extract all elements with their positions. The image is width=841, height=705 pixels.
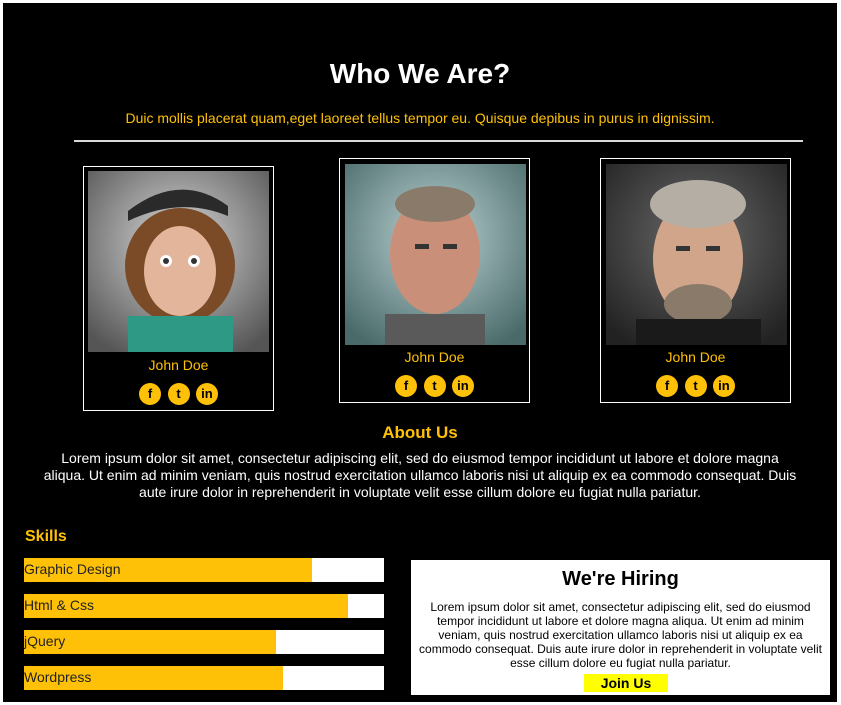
team-photo-1 — [88, 171, 269, 352]
social-links: f t in — [340, 375, 529, 397]
skill-bar: Wordpress — [24, 666, 384, 690]
skill-label: Graphic Design — [24, 561, 121, 577]
facebook-icon[interactable]: f — [139, 383, 162, 405]
team-name: John Doe — [148, 357, 209, 373]
twitter-icon[interactable]: t — [167, 383, 190, 405]
skills-title: Skills — [25, 528, 67, 545]
team-name: John Doe — [404, 349, 465, 365]
divider — [74, 140, 803, 142]
skill-label: Wordpress — [24, 669, 92, 685]
social-links: f t in — [84, 383, 273, 405]
skill-bar: jQuery — [24, 630, 384, 654]
hiring-box: We're Hiring Lorem ipsum dolor sit amet,… — [411, 560, 830, 695]
team-card-2: John Doe f t in — [339, 158, 530, 403]
twitter-icon[interactable]: t — [684, 375, 707, 397]
join-us-button[interactable]: Join Us — [584, 674, 668, 692]
team-photo-2 — [345, 164, 526, 345]
linkedin-icon[interactable]: in — [712, 375, 735, 397]
page-title: Who We Are? — [329, 58, 511, 89]
hiring-title: We're Hiring — [562, 568, 679, 590]
linkedin-icon[interactable]: in — [195, 383, 218, 405]
skill-label: Html & Css — [24, 597, 94, 613]
social-links: f t in — [601, 375, 790, 397]
twitter-icon[interactable]: t — [423, 375, 446, 397]
about-title: About Us — [382, 423, 458, 442]
team-photo-3 — [606, 164, 787, 345]
about-text: Lorem ipsum dolor sit amet, consectetur … — [43, 450, 797, 500]
facebook-icon[interactable]: f — [395, 375, 418, 397]
team-name: John Doe — [665, 349, 726, 365]
team-card-3: John Doe f t in — [600, 158, 791, 403]
page-frame: Who We Are? Duic mollis placerat quam,eg… — [3, 3, 837, 702]
skill-bar: Graphic Design — [24, 558, 384, 582]
skill-bar: Html & Css — [24, 594, 384, 618]
linkedin-icon[interactable]: in — [451, 375, 474, 397]
skill-label: jQuery — [24, 633, 66, 649]
team-card-1: John Doe f t in — [83, 166, 274, 411]
page-subtitle: Duic mollis placerat quam,eget laoreet t… — [125, 110, 715, 126]
hiring-text: Lorem ipsum dolor sit amet, consectetur … — [419, 600, 822, 670]
facebook-icon[interactable]: f — [656, 375, 679, 397]
